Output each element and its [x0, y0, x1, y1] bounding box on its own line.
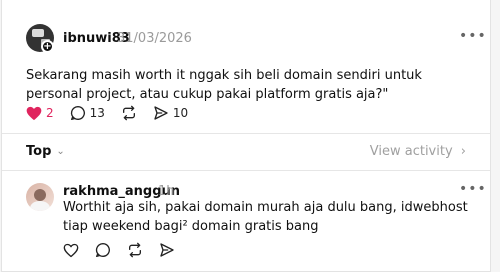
divider	[2, 170, 490, 171]
repost-button[interactable]	[127, 242, 143, 258]
reply-author-avatar[interactable]	[26, 183, 54, 211]
divider	[2, 133, 490, 134]
comment-count: 13	[89, 106, 105, 120]
sort-label: Top	[26, 144, 52, 159]
heart-filled-icon	[26, 106, 42, 120]
like-button[interactable]: 2	[26, 106, 54, 121]
send-icon	[160, 243, 174, 257]
avatar-image-highlight	[32, 29, 44, 37]
reply-time: 1h	[158, 184, 175, 199]
share-count: 10	[172, 106, 189, 120]
like-count: 2	[46, 106, 54, 120]
view-activity-link[interactable]: View activity ›	[370, 144, 466, 159]
sort-dropdown[interactable]: Top ⌄	[26, 144, 65, 159]
post-text: Sekarang masih worth it nggak sih beli d…	[26, 68, 422, 102]
like-button[interactable]	[63, 243, 79, 258]
repost-icon	[129, 242, 141, 258]
avatar-image-body	[30, 201, 50, 211]
post-actions: 2 13 10	[26, 105, 204, 121]
follow-plus-icon[interactable]: +	[41, 40, 54, 53]
comment-icon	[95, 242, 110, 257]
repost-icon	[122, 105, 135, 121]
avatar-image-face	[34, 189, 46, 201]
chevron-right-icon: ›	[460, 144, 466, 159]
reply-text: Worthit aja sih, pakai domain murah aja …	[63, 200, 468, 234]
share-button[interactable]	[159, 242, 175, 258]
reply-actions	[63, 242, 191, 258]
chevron-down-icon: ⌄	[56, 146, 65, 157]
more-options-icon[interactable]: •••	[459, 182, 487, 196]
comment-button[interactable]	[95, 242, 111, 258]
heart-icon	[63, 243, 79, 257]
more-options-icon[interactable]: •••	[459, 29, 487, 43]
repost-button[interactable]	[121, 105, 137, 121]
thread-card: + ibnuwi83 31/03/2026 ••• Sekarang masih…	[1, 0, 491, 272]
comment-icon	[70, 105, 85, 120]
share-button[interactable]: 10	[153, 105, 188, 121]
send-icon	[154, 106, 168, 120]
comment-button[interactable]: 13	[70, 105, 105, 121]
view-activity-label: View activity	[369, 144, 453, 159]
post-date: 31/03/2026	[117, 31, 192, 46]
